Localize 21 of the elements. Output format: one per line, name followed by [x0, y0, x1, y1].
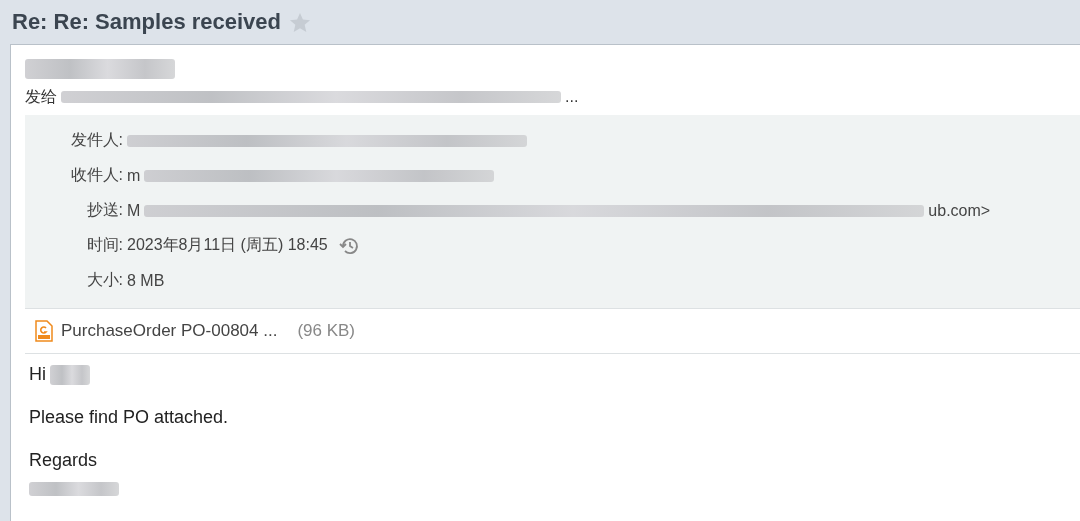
header-value: 2023年8月11日 (周五) 18:45: [127, 235, 328, 255]
recipients-ellipsis: ...: [565, 88, 579, 106]
header-label: 时间:: [85, 235, 123, 255]
pdf-file-icon: [35, 320, 53, 342]
message-text: Hi: [29, 364, 46, 385]
email-subject: Re: Re: Samples received: [12, 9, 282, 35]
header-value: m: [127, 166, 141, 185]
redaction-mark: [50, 364, 90, 385]
attachment-name[interactable]: PurchaseOrder PO-00804 ...: [61, 321, 278, 341]
header-label: 抄送:: [85, 200, 123, 220]
header-label: 大小:: [85, 270, 123, 290]
history-icon[interactable]: [337, 235, 360, 256]
message-text: Please find PO attached.: [29, 407, 229, 428]
recipients-label: 发给: [25, 86, 57, 107]
header-label: 发件人:: [69, 130, 123, 150]
message-text: Regards: [29, 450, 98, 471]
attachment-size: (96 KB): [297, 321, 356, 341]
header-value: M: [127, 201, 141, 220]
header-label: 收件人:: [69, 165, 123, 185]
header-value: 8 MB: [127, 271, 165, 290]
header-value: ub.com>: [928, 201, 991, 220]
